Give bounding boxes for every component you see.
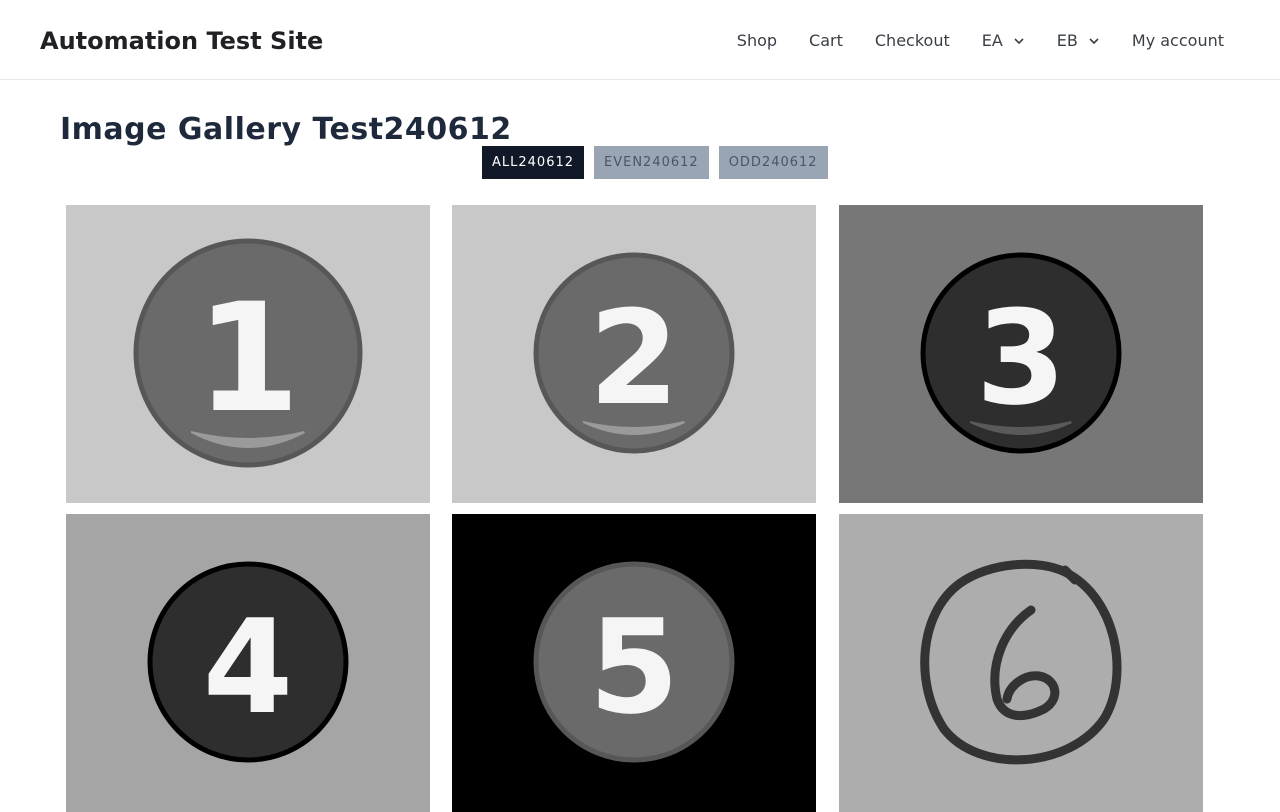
nav-label: Checkout [874,31,950,50]
filter-even-button[interactable]: EVEN240612 [594,146,709,179]
tile-number: 2 [589,282,679,434]
nav-item-shop[interactable]: Shop [721,28,793,54]
site-title-link[interactable]: Automation Test Site [40,24,323,58]
nav-item-checkout[interactable]: Checkout [859,28,966,54]
site-header: Automation Test Site Shop Cart Checkout … [0,0,1280,80]
nav-label: My account [1131,31,1224,50]
tile-number: 1 [196,272,300,446]
gallery-image-3[interactable]: 3 [839,205,1203,503]
main-nav: Shop Cart Checkout EA EB My account [721,28,1240,54]
nav-item-my-account[interactable]: My account [1116,28,1240,54]
chevron-down-icon [1089,38,1099,45]
nav-item-eb[interactable]: EB [1041,28,1116,54]
gallery-image-4[interactable]: 4 [66,514,430,812]
nav-item-cart[interactable]: Cart [793,28,859,54]
nav-label: Shop [736,31,778,50]
chevron-down-icon [1014,38,1024,45]
nav-item-ea[interactable]: EA [966,28,1041,54]
gallery-filters: ALL240612 EVEN240612 ODD240612 [482,146,828,179]
nav-label: Cart [809,31,843,50]
nav-label: EB [1056,31,1078,50]
tile-number: 4 [203,591,293,743]
gallery-image-1[interactable]: 1 [66,205,430,503]
tile-number: 5 [589,591,679,743]
gallery-image-6[interactable]: 6 [839,514,1203,812]
tile-number: 3 [976,282,1066,434]
page-title: Image Gallery Test240612 [60,112,512,147]
gallery-image-5[interactable]: 5 [452,514,816,812]
filter-odd-button[interactable]: ODD240612 [718,146,828,179]
filter-all-button[interactable]: ALL240612 [482,146,585,179]
gallery-image-2[interactable]: 2 [452,205,816,503]
nav-label: EA [981,31,1003,50]
